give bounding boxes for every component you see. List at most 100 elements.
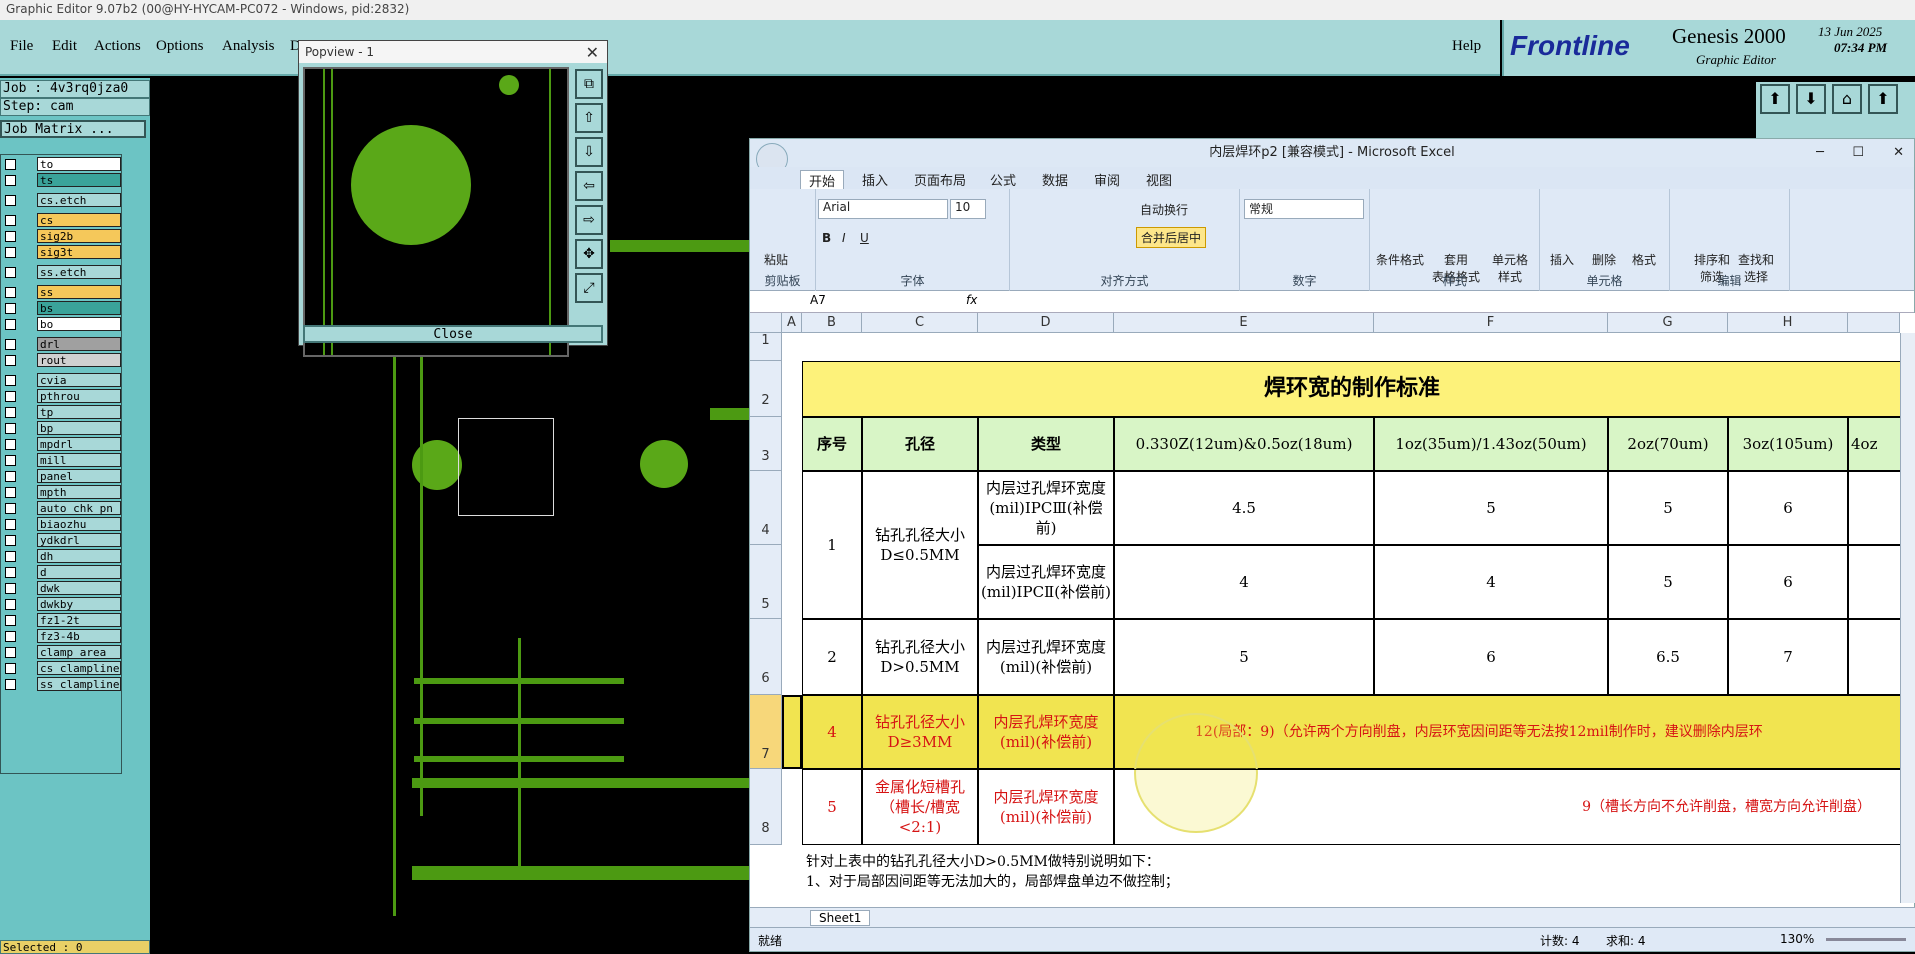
table-cell[interactable]: 内层过孔焊环宽度(mil)IPCⅢ(补偿前) [978, 471, 1114, 545]
menu-options[interactable]: Options [156, 38, 204, 55]
layer-checkbox[interactable] [5, 679, 16, 690]
popview-tool-icon[interactable]: ⇧ [575, 103, 603, 133]
layer-checkbox[interactable] [5, 599, 16, 610]
header-cell[interactable]: 4oz [1848, 417, 1902, 471]
layer-checkbox[interactable] [5, 339, 16, 350]
table-cell[interactable]: 6 [1728, 545, 1848, 619]
merge-center-button[interactable]: 合并后居中 [1136, 227, 1207, 248]
table-cell[interactable]: 5 [1114, 619, 1374, 695]
layer-row[interactable]: biaozhu [3, 517, 121, 531]
layer-checkbox[interactable] [5, 503, 16, 514]
popview-tool-icon[interactable]: ⇦ [575, 171, 603, 201]
layer-checkbox[interactable] [5, 215, 16, 226]
tab-review[interactable]: 审阅 [1094, 170, 1120, 189]
col-header[interactable]: F [1374, 313, 1608, 333]
fx-icon[interactable]: fx [966, 293, 977, 307]
layer-row[interactable]: clamp_area [3, 645, 121, 659]
italic-button[interactable]: I [842, 231, 846, 245]
layer-checkbox[interactable] [5, 423, 16, 434]
layer-row[interactable]: bp [3, 421, 121, 435]
table-cell[interactable]: 内层孔焊环宽度(mil)(补偿前) [978, 695, 1114, 769]
table-cell[interactable]: 6 [1728, 471, 1848, 545]
table-cell[interactable]: 6 [1374, 619, 1608, 695]
popview-tool-icon[interactable]: ⇨ [575, 205, 603, 235]
layer-checkbox[interactable] [5, 535, 16, 546]
table-title[interactable]: 焊环宽的制作标准 [802, 361, 1902, 417]
layer-checkbox[interactable] [5, 231, 16, 242]
layer-checkbox[interactable] [5, 391, 16, 402]
table-cell[interactable]: 钻孔孔径大小D≥3MM [862, 695, 978, 769]
tab-home[interactable]: 开始 [800, 170, 845, 190]
layer-row[interactable]: cs.etch [3, 193, 121, 207]
col-header[interactable]: C [862, 313, 978, 333]
layer-row[interactable]: drl [3, 337, 121, 351]
minimize-icon[interactable]: ─ [1816, 139, 1824, 167]
layer-checkbox[interactable] [5, 175, 16, 186]
layer-row[interactable]: tp [3, 405, 121, 419]
table-cell[interactable]: 5 [802, 769, 862, 845]
layer-row[interactable]: dh [3, 549, 121, 563]
menu-file[interactable]: File [10, 38, 33, 55]
layer-row[interactable]: d [3, 565, 121, 579]
tool-icon[interactable]: ⬆ [1760, 84, 1790, 114]
layer-row[interactable]: mpdrl [3, 437, 121, 451]
layer-checkbox[interactable] [5, 247, 16, 258]
note-line[interactable]: 1、对于局部因间距等无法加大的，局部焊盘单边不做控制； [806, 871, 1179, 891]
col-header[interactable]: H [1728, 313, 1848, 333]
layer-checkbox[interactable] [5, 615, 16, 626]
tab-data[interactable]: 数据 [1042, 170, 1068, 189]
table-cell[interactable]: 2 [802, 619, 862, 695]
layer-row[interactable]: cvia [3, 373, 121, 387]
zoom-slider[interactable] [1826, 938, 1906, 941]
col-header[interactable]: B [802, 313, 862, 333]
layer-checkbox[interactable] [5, 159, 16, 170]
layer-checkbox[interactable] [5, 551, 16, 562]
selected-cell-a7[interactable] [782, 695, 802, 769]
layer-row[interactable]: ts [3, 173, 121, 187]
row-header[interactable]: 2 [750, 361, 782, 417]
col-header[interactable]: A [782, 313, 802, 333]
header-cell[interactable]: 1oz(35um)/1.43oz(50um) [1374, 417, 1608, 471]
table-cell[interactable] [1848, 545, 1902, 619]
paste-button[interactable]: 粘贴 [764, 251, 788, 268]
tab-formulas[interactable]: 公式 [990, 170, 1016, 189]
popview-close-button[interactable]: Close [303, 325, 603, 343]
format-button[interactable]: 格式 [1632, 251, 1656, 268]
number-format-select[interactable]: 常规 [1244, 199, 1364, 219]
layer-checkbox[interactable] [5, 319, 16, 330]
insert-button[interactable]: 插入 [1550, 251, 1574, 268]
layer-row[interactable]: bo [3, 317, 121, 331]
layer-checkbox[interactable] [5, 355, 16, 366]
layer-checkbox[interactable] [5, 583, 16, 594]
table-cell[interactable]: 钻孔孔径大小D≤0.5MM [862, 471, 978, 619]
popview-tool-icon[interactable]: ⇩ [575, 137, 603, 167]
maximize-icon[interactable]: ☐ [1852, 139, 1864, 167]
font-select[interactable]: Arial [818, 199, 948, 219]
tab-page-layout[interactable]: 页面布局 [914, 170, 966, 189]
header-cell[interactable]: 孔径 [862, 417, 978, 471]
bold-button[interactable]: B [822, 231, 831, 245]
job-matrix-button[interactable]: Job Matrix ... [0, 120, 146, 138]
header-cell[interactable]: 序号 [802, 417, 862, 471]
layer-row[interactable]: ss [3, 285, 121, 299]
layer-checkbox[interactable] [5, 303, 16, 314]
tab-view[interactable]: 视图 [1146, 170, 1172, 189]
table-cell[interactable]: 金属化短槽孔（槽长/槽宽<2:1) [862, 769, 978, 845]
layer-checkbox[interactable] [5, 287, 16, 298]
layer-row[interactable]: mpth [3, 485, 121, 499]
table-cell[interactable]: 5 [1608, 471, 1728, 545]
home-icon[interactable]: ⌂ [1832, 84, 1862, 114]
table-cell[interactable]: 5 [1608, 545, 1728, 619]
layer-row[interactable]: to [3, 157, 121, 171]
sheet-tab[interactable]: Sheet1 [810, 910, 871, 926]
layer-row[interactable]: sig2b [3, 229, 121, 243]
note-line[interactable]: 针对上表中的钻孔孔径大小D>0.5MM做特别说明如下： [806, 851, 1160, 871]
layer-row[interactable]: ss.etch [3, 265, 121, 279]
table-cell[interactable]: 6.5 [1608, 619, 1728, 695]
table-cell[interactable]: 9（槽长方向不允许削盘，槽宽方向允许削盘） [1114, 769, 1902, 845]
table-cell[interactable]: 内层孔焊环宽度(mil)(补偿前) [978, 769, 1114, 845]
header-cell[interactable]: 0.330Z(12um)&0.5oz(18um) [1114, 417, 1374, 471]
table-cell[interactable]: 内层过孔焊环宽度(mil)IPCⅡ(补偿前) [978, 545, 1114, 619]
row-header[interactable]: 5 [750, 545, 782, 619]
underline-button[interactable]: U [860, 231, 869, 245]
